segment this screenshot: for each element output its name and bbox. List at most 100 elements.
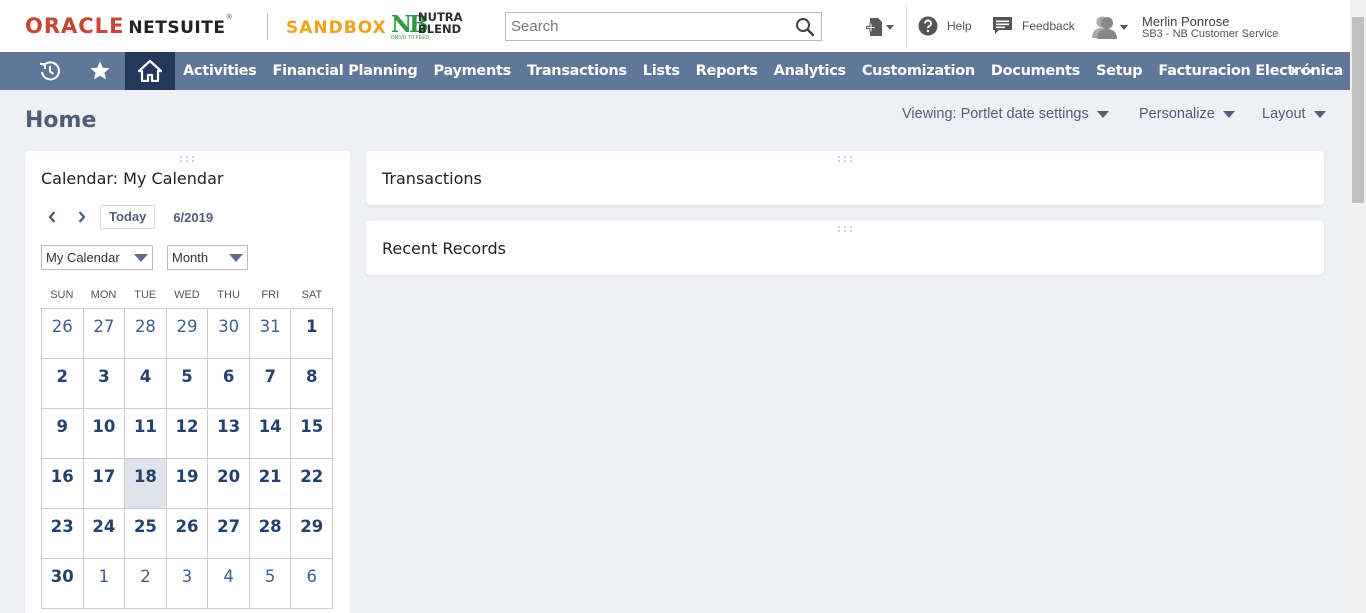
calendar-day[interactable]: 25 xyxy=(125,509,167,559)
calendar-day[interactable]: 3 xyxy=(166,559,209,609)
nav-item-customization[interactable]: Customization xyxy=(854,52,983,90)
calendar-day[interactable]: 26 xyxy=(42,309,84,359)
calendar-day[interactable]: 22 xyxy=(291,459,334,509)
personalize-dropdown[interactable]: Personalize xyxy=(1139,106,1235,122)
nav-item-documents[interactable]: Documents xyxy=(983,52,1088,90)
nav-item-transactions[interactable]: Transactions xyxy=(519,52,635,90)
calendar-day[interactable]: 29 xyxy=(166,309,209,359)
calendar-day[interactable]: 1 xyxy=(291,309,334,359)
today-button[interactable]: Today xyxy=(100,205,156,229)
nav-item-reports[interactable]: Reports xyxy=(688,52,766,90)
prev-month-button[interactable] xyxy=(41,206,63,228)
header-separator xyxy=(906,5,907,47)
weekday-label: FRI xyxy=(261,289,280,301)
layout-dropdown[interactable]: Layout xyxy=(1262,106,1326,122)
recent-records-title[interactable]: Recent Records xyxy=(382,239,506,258)
favorites-button[interactable] xyxy=(75,52,125,90)
header-divider xyxy=(267,13,268,40)
chevron-right-icon xyxy=(78,211,86,223)
nav-item-analytics[interactable]: Analytics xyxy=(766,52,854,90)
feedback-label: Feedback xyxy=(1022,19,1075,33)
calendar-day[interactable]: 27 xyxy=(208,509,250,559)
calendar-day[interactable]: 12 xyxy=(166,409,209,459)
calendar-day[interactable]: 5 xyxy=(166,359,209,409)
next-month-button[interactable] xyxy=(71,206,93,228)
viewing-dropdown[interactable]: Viewing: Portlet date settings xyxy=(902,106,1109,122)
dropdown-arrow-icon xyxy=(229,254,243,262)
user-name[interactable]: Merlin Ponrose xyxy=(1142,14,1229,29)
calendar-day[interactable]: 21 xyxy=(249,459,292,509)
calendar-title: Calendar: My Calendar xyxy=(41,169,224,188)
oracle-netsuite-logo[interactable]: ORACLE NETSUITE ® xyxy=(25,14,232,38)
calendar-week: 30 1 2 3 4 5 6 xyxy=(42,559,334,609)
calendar-day[interactable]: 6 xyxy=(291,559,334,609)
weekday-label: THU xyxy=(217,289,240,301)
calendar-day[interactable]: 2 xyxy=(125,559,167,609)
calendar-day[interactable]: 24 xyxy=(83,509,126,559)
calendar-day[interactable]: 30 xyxy=(42,559,84,609)
search-input[interactable] xyxy=(506,13,786,40)
oracle-wordmark: ORACLE xyxy=(25,14,125,38)
weekday-header: SUN MON TUE WED THU FRI SAT xyxy=(41,289,333,301)
calendar-day[interactable]: 27 xyxy=(83,309,126,359)
nav-item-financial-planning[interactable]: Financial Planning xyxy=(265,52,426,90)
calendar-day[interactable]: 20 xyxy=(208,459,250,509)
calendar-day-today[interactable]: 18 xyxy=(125,459,167,509)
calendar-day[interactable]: 31 xyxy=(249,309,292,359)
nav-item-facturacion-electronica[interactable]: Facturacion Electrónica xyxy=(1150,52,1351,90)
calendar-day[interactable]: 3 xyxy=(83,359,126,409)
weekday-label: WED xyxy=(174,289,200,301)
more-menu-button[interactable] xyxy=(1287,52,1319,90)
drag-handle-icon[interactable] xyxy=(837,155,853,163)
view-select[interactable]: Month xyxy=(167,245,248,270)
calendar-day[interactable]: 1 xyxy=(83,559,126,609)
feedback-icon xyxy=(993,17,1012,34)
transactions-title[interactable]: Transactions xyxy=(382,169,482,188)
calendar-day[interactable]: 23 xyxy=(42,509,84,559)
calendar-week: 23 24 25 26 27 28 29 xyxy=(42,509,334,559)
drag-handle-icon[interactable] xyxy=(837,225,853,233)
dropdown-arrow-icon xyxy=(134,254,148,262)
calendar-day[interactable]: 4 xyxy=(125,359,167,409)
drag-handle-icon[interactable] xyxy=(179,155,195,163)
calendar-day[interactable]: 2 xyxy=(42,359,84,409)
calendar-day[interactable]: 11 xyxy=(125,409,167,459)
calendar-day[interactable]: 15 xyxy=(291,409,334,459)
calendar-day[interactable]: 17 xyxy=(83,459,126,509)
calendar-day[interactable]: 19 xyxy=(166,459,209,509)
nav-item-lists[interactable]: Lists xyxy=(635,52,688,90)
home-button[interactable] xyxy=(125,52,175,90)
nav-item-setup[interactable]: Setup xyxy=(1088,52,1150,90)
calendar-day[interactable]: 14 xyxy=(249,409,292,459)
calendar-day[interactable]: 28 xyxy=(249,509,292,559)
scrollbar-thumb[interactable] xyxy=(1352,17,1364,203)
company-logo-line2: BLEND xyxy=(418,22,462,36)
calendar-day[interactable]: 13 xyxy=(208,409,250,459)
search-icon[interactable] xyxy=(795,17,815,37)
recent-records-button[interactable] xyxy=(25,52,75,90)
calendar-select[interactable]: My Calendar xyxy=(41,245,153,270)
calendar-day[interactable]: 7 xyxy=(249,359,292,409)
calendar-day[interactable]: 5 xyxy=(249,559,292,609)
calendar-day[interactable]: 6 xyxy=(208,359,250,409)
calendar-day[interactable]: 16 xyxy=(42,459,84,509)
calendar-day[interactable]: 4 xyxy=(208,559,250,609)
calendar-day[interactable]: 8 xyxy=(291,359,334,409)
help-label: Help xyxy=(947,19,972,33)
caret-down-icon xyxy=(1096,110,1109,118)
calendar-select-value: My Calendar xyxy=(46,250,120,265)
user-role[interactable]: SB3 - NB Customer Service xyxy=(1142,28,1278,40)
create-new-icon[interactable] xyxy=(864,16,896,38)
calendar-day[interactable]: 29 xyxy=(291,509,334,559)
calendar-day[interactable]: 9 xyxy=(42,409,84,459)
feedback-link[interactable]: Feedback xyxy=(992,15,1075,37)
weekday-label: TUE xyxy=(134,289,157,301)
nav-item-activities[interactable]: Activities xyxy=(175,52,265,90)
calendar-day[interactable]: 28 xyxy=(125,309,167,359)
nav-item-payments[interactable]: Payments xyxy=(426,52,519,90)
calendar-day[interactable]: 26 xyxy=(166,509,209,559)
calendar-day[interactable]: 10 xyxy=(83,409,126,459)
calendar-day[interactable]: 30 xyxy=(208,309,250,359)
help-link[interactable]: Help xyxy=(918,15,972,37)
user-avatar-icon[interactable] xyxy=(1090,14,1130,40)
